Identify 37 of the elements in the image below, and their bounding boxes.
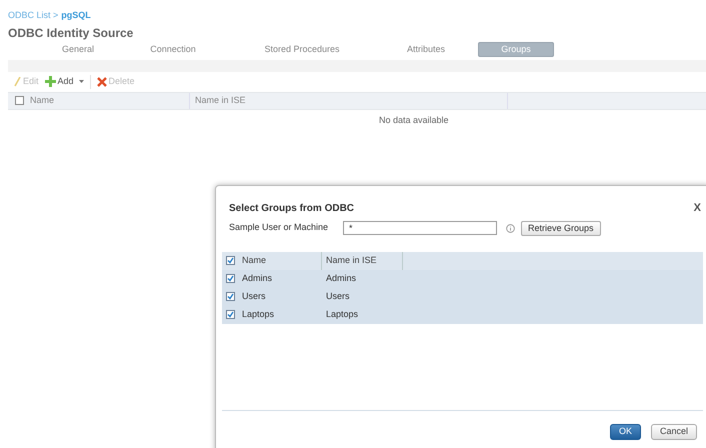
plus-icon [44,76,56,87]
table-cell-text: Users [241,290,267,303]
field-label: Sample User or Machine [229,221,330,234]
pencil-icon [14,76,21,86]
sample-user-field[interactable]: * [343,221,497,235]
column-header: Name [238,252,322,270]
toolbar-button[interactable]: Add [44,74,84,88]
tab[interactable]: Connection [118,42,228,57]
column-header: Name [30,92,190,108]
table-cell-text: Admins [241,272,274,285]
close-x-icon [96,76,107,86]
table-cell-text: Admins [325,272,358,285]
breadcrumb-link[interactable]: ODBC List > [8,9,58,22]
caret-icon [78,80,84,83]
table-cell-text: Laptops [325,308,360,321]
breadcrumb-current: pgSQL [61,9,91,22]
select-all-checkbox[interactable] [14,96,24,105]
ok-button[interactable]: OK [610,424,641,440]
info-icon[interactable] [506,224,515,232]
cancel-button[interactable]: Cancel [650,424,697,440]
tab[interactable]: Groups [478,42,554,57]
table-cell-text: Users [325,290,351,303]
tab[interactable]: General [38,42,118,57]
row-checkbox[interactable] [226,274,234,283]
tab[interactable]: Stored Procedures [228,42,376,57]
empty-message: No data available [379,114,449,126]
close-button[interactable]: X [694,200,701,216]
select-all-checkbox[interactable] [226,256,234,265]
page-title: ODBC Identity Source [8,24,134,42]
dialog-title: Select Groups from ODBC [229,202,354,216]
table-cell-text: Laptops [241,308,276,321]
row-checkbox[interactable] [226,292,234,301]
column-header: Name in ISE [322,252,403,270]
tab[interactable]: Attributes [376,42,476,57]
retrieve-groups-button[interactable]: Retrieve Groups [521,220,601,236]
column-header: Name in ISE [190,92,508,108]
row-checkbox[interactable] [226,310,234,319]
